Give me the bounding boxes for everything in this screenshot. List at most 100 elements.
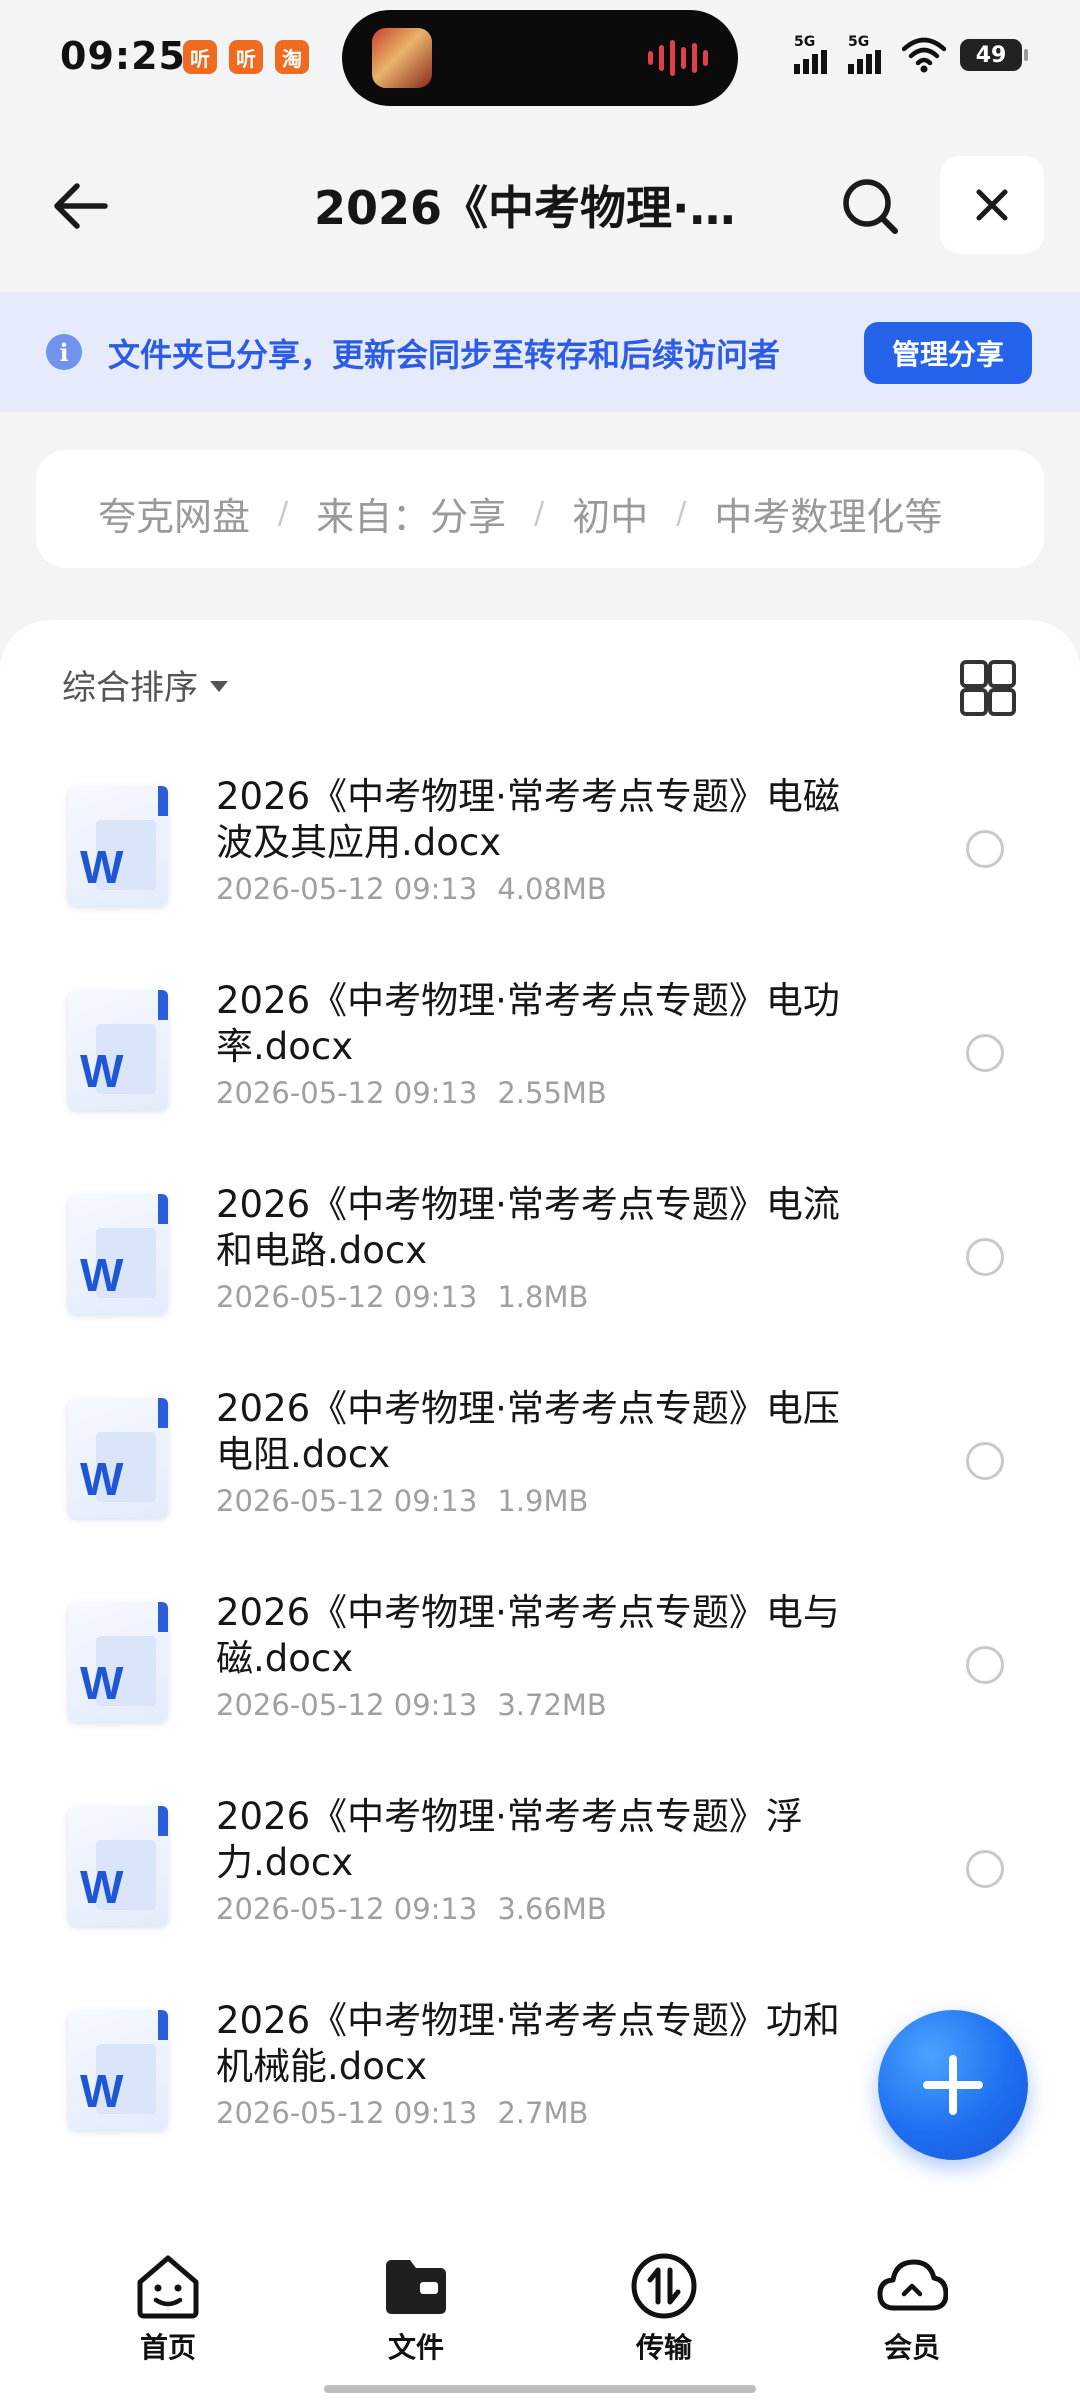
- transfer-icon: [631, 2253, 697, 2319]
- signal-icon: 5G: [848, 34, 888, 74]
- nav-item-member[interactable]: 会员: [842, 2250, 982, 2366]
- breadcrumb-item[interactable]: 夸克网盘: [98, 486, 250, 541]
- file-meta: 2026-05-12 09:13 4.08MB: [216, 872, 607, 906]
- select-radio[interactable]: [966, 1442, 1004, 1480]
- dynamic-island[interactable]: [342, 10, 738, 106]
- breadcrumb-separator: /: [676, 496, 687, 531]
- file-row[interactable]: W 2026《中考物理·常考考点专题》电功率.docx 2026-05-12 09:…: [0, 964, 1080, 1168]
- file-meta: 2026-05-12 09:13 2.55MB: [216, 1076, 607, 1110]
- select-radio[interactable]: [966, 1034, 1004, 1072]
- file-date: 2026-05-12 09:13: [216, 872, 478, 906]
- media-thumbnail: [372, 28, 432, 88]
- file-name: 2026《中考物理·常考考点专题》电与磁.docx: [216, 1591, 840, 1680]
- file-size: 3.72MB: [497, 1688, 607, 1722]
- share-notice-banner: i 文件夹已分享，更新会同步至转存和后续访问者 管理分享: [0, 292, 1080, 412]
- file-date: 2026-05-12 09:13: [216, 1688, 478, 1722]
- home-indicator[interactable]: [324, 2385, 756, 2393]
- word-doc-icon: W: [68, 1602, 170, 1722]
- add-button[interactable]: [878, 2010, 1028, 2160]
- caret-down-icon: [210, 681, 228, 692]
- select-radio[interactable]: [966, 1238, 1004, 1276]
- file-row[interactable]: W 2026《中考物理·常考考点专题》电磁波及其应用.docx 2026-05-12…: [0, 760, 1080, 964]
- word-doc-icon: W: [68, 2010, 170, 2130]
- file-date: 2026-05-12 09:13: [216, 2096, 478, 2130]
- header: 2026《中考物理·…: [0, 140, 1080, 270]
- file-meta: 2026-05-12 09:13 3.66MB: [216, 1892, 607, 1926]
- file-name: 2026《中考物理·常考考点专题》浮力.docx: [216, 1795, 803, 1884]
- file-date: 2026-05-12 09:13: [216, 1280, 478, 1314]
- sort-label: 综合排序: [62, 668, 198, 708]
- file-date: 2026-05-12 09:13: [216, 1484, 478, 1518]
- file-row[interactable]: W 2026《中考物理·常考考点专题》浮力.docx 2026-05-12 09:1…: [0, 1780, 1080, 1984]
- breadcrumb-item[interactable]: 来自：分享: [316, 486, 506, 541]
- file-name: 2026《中考物理·常考考点专题》电流和电路.docx: [216, 1183, 840, 1272]
- file-row[interactable]: W 2026《中考物理·常考考点专题》电流和电路.docx 2026-05-12 0…: [0, 1168, 1080, 1372]
- page-title: 2026《中考物理·…: [314, 181, 736, 235]
- nav-label-files: 文件: [387, 2331, 444, 2364]
- select-radio[interactable]: [966, 1850, 1004, 1888]
- nav-label-member: 会员: [883, 2331, 940, 2364]
- folder-icon: [386, 2260, 446, 2314]
- manage-share-button[interactable]: 管理分享: [864, 322, 1032, 384]
- status-indicators: 5G 5G 49: [794, 34, 1028, 74]
- select-radio[interactable]: [966, 830, 1004, 868]
- nav-item-transfer[interactable]: 传输: [594, 2250, 734, 2366]
- file-row[interactable]: W 2026《中考物理·常考考点专题》电压 电阻.docx 2026-05-12 0…: [0, 1372, 1080, 1576]
- cloud-icon: [877, 2259, 948, 2311]
- breadcrumb: 夸克网盘 / 来自：分享 / 初中 / 中考数理化等: [36, 450, 1044, 568]
- nav-item-home[interactable]: 首页: [98, 2250, 238, 2366]
- file-name: 2026《中考物理·常考考点专题》电功率.docx: [216, 979, 840, 1068]
- notification-badges: 听 听 淘: [183, 40, 309, 74]
- breadcrumb-separator: /: [278, 496, 289, 531]
- select-radio[interactable]: [966, 1646, 1004, 1684]
- breadcrumb-item[interactable]: 中考数理化等: [714, 486, 942, 541]
- status-bar: 09:25 听 听 淘 5G 5G 49: [0, 0, 1080, 120]
- bottom-navigation: 首页 文件 传输 会员: [0, 2220, 1080, 2400]
- file-name: 2026《中考物理·常考考点专题》电压 电阻.docx: [216, 1387, 840, 1476]
- file-size: 2.55MB: [497, 1076, 607, 1110]
- app-badge-icon: 听: [229, 40, 263, 74]
- app-badge-icon: 听: [183, 40, 217, 74]
- info-icon: i: [46, 334, 82, 370]
- breadcrumb-item[interactable]: 初中: [572, 486, 648, 541]
- word-doc-icon: W: [68, 1806, 170, 1926]
- file-size: 4.08MB: [497, 872, 607, 906]
- share-notice-text: 文件夹已分享，更新会同步至转存和后续访问者: [108, 336, 781, 374]
- file-size: 3.66MB: [497, 1892, 607, 1926]
- nav-item-files[interactable]: 文件: [346, 2250, 486, 2366]
- close-button[interactable]: [940, 156, 1044, 254]
- battery-icon: 49: [960, 39, 1028, 71]
- search-button[interactable]: [830, 166, 910, 246]
- file-name: 2026《中考物理·常考考点专题》电磁波及其应用.docx: [216, 775, 840, 864]
- file-meta: 2026-05-12 09:13 2.7MB: [216, 2096, 588, 2130]
- file-name: 2026《中考物理·常考考点专题》功和机械能.docx: [216, 1999, 840, 2088]
- file-size: 1.8MB: [497, 1280, 589, 1314]
- file-meta: 2026-05-12 09:13 1.9MB: [216, 1484, 588, 1518]
- breadcrumb-fade: [954, 450, 1044, 568]
- app-badge-icon: 淘: [275, 40, 309, 74]
- nav-label-transfer: 传输: [635, 2331, 692, 2364]
- breadcrumb-separator: /: [534, 496, 545, 531]
- word-doc-icon: W: [68, 1194, 170, 1314]
- word-doc-icon: W: [68, 990, 170, 1110]
- file-date: 2026-05-12 09:13: [216, 1892, 478, 1926]
- nav-label-home: 首页: [139, 2331, 196, 2364]
- grid-view-button[interactable]: [956, 656, 1016, 716]
- status-time: 09:25: [60, 34, 186, 78]
- file-size: 1.9MB: [497, 1484, 589, 1518]
- word-doc-icon: W: [68, 1398, 170, 1518]
- file-list-card: 综合排序 W 2026《中考物理·常考考点专题》电磁波及其应用.docx 2026-…: [0, 620, 1080, 2220]
- arrow-left-icon: [54, 183, 108, 229]
- file-row[interactable]: W 2026《中考物理·常考考点专题》电与磁.docx 2026-05-12 09:…: [0, 1576, 1080, 1780]
- file-meta: 2026-05-12 09:13 3.72MB: [216, 1688, 607, 1722]
- search-icon: [843, 179, 898, 234]
- signal-icon: 5G: [794, 34, 834, 74]
- word-doc-icon: W: [68, 786, 170, 906]
- sort-dropdown[interactable]: 综合排序: [62, 660, 228, 709]
- plus-icon: [923, 2055, 983, 2115]
- home-face-icon: [137, 2255, 199, 2319]
- wifi-icon: [902, 37, 946, 73]
- back-button[interactable]: [40, 166, 120, 246]
- close-icon: [976, 189, 1008, 221]
- file-meta: 2026-05-12 09:13 1.8MB: [216, 1280, 588, 1314]
